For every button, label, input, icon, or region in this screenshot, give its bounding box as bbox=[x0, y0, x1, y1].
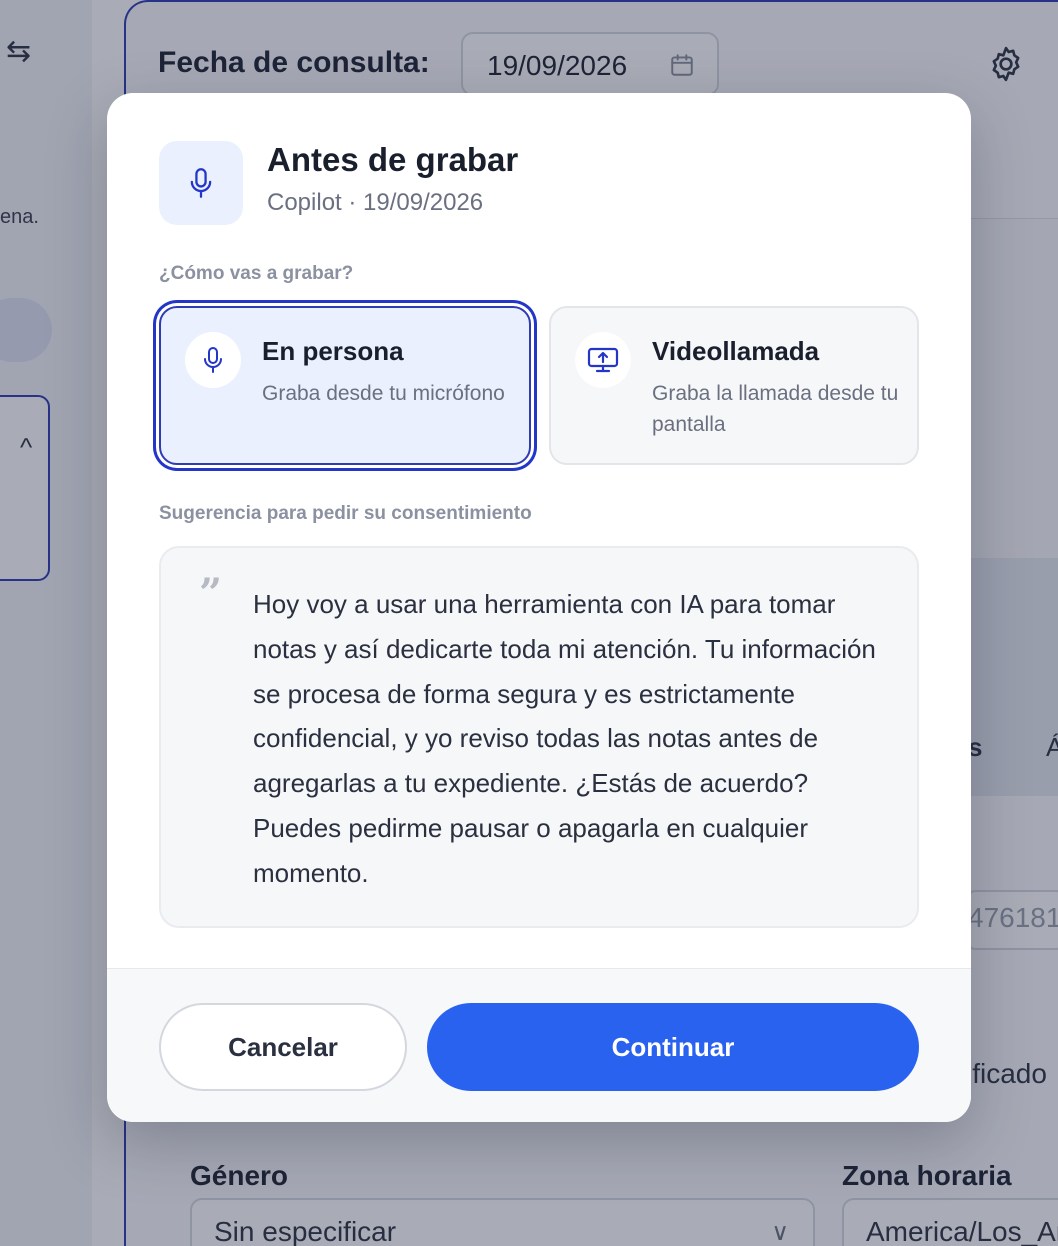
option-en-persona[interactable]: En persona Graba desde tu micrófono bbox=[159, 306, 531, 465]
modal-subtitle: Copilot · 19/09/2026 bbox=[267, 189, 484, 216]
cancel-button[interactable]: Cancelar bbox=[159, 1003, 407, 1091]
screen-share-icon bbox=[587, 347, 619, 373]
option-title: En persona bbox=[262, 336, 404, 366]
modal-title: Antes de grabar bbox=[267, 141, 519, 178]
continue-button[interactable]: Continuar bbox=[427, 1003, 919, 1091]
option-icon-badge bbox=[185, 332, 241, 388]
option-description: Graba desde tu micrófono bbox=[262, 382, 505, 405]
recording-modal: Antes de grabar Copilot · 19/09/2026 ¿Có… bbox=[107, 93, 971, 1122]
consent-suggestion-text: Hoy voy a usar una herramienta con IA pa… bbox=[253, 589, 876, 888]
quote-icon: ” bbox=[199, 570, 223, 617]
option-description: Graba la llamada desde tu pantalla bbox=[652, 382, 899, 436]
option-icon-badge bbox=[575, 332, 631, 388]
modal-footer: Cancelar Continuar bbox=[107, 968, 971, 1122]
option-videollamada[interactable]: Videollamada Graba la llamada desde tu p… bbox=[549, 306, 919, 465]
consent-label: Sugerencia para pedir su consentimiento bbox=[159, 503, 532, 524]
option-title: Videollamada bbox=[652, 336, 820, 366]
microphone-icon bbox=[204, 347, 222, 373]
header-microphone-badge bbox=[159, 141, 243, 225]
consent-suggestion-box: ” Hoy voy a usar una herramienta con IA … bbox=[159, 546, 919, 928]
microphone-icon bbox=[190, 168, 212, 198]
record-method-label: ¿Cómo vas a grabar? bbox=[159, 263, 354, 284]
